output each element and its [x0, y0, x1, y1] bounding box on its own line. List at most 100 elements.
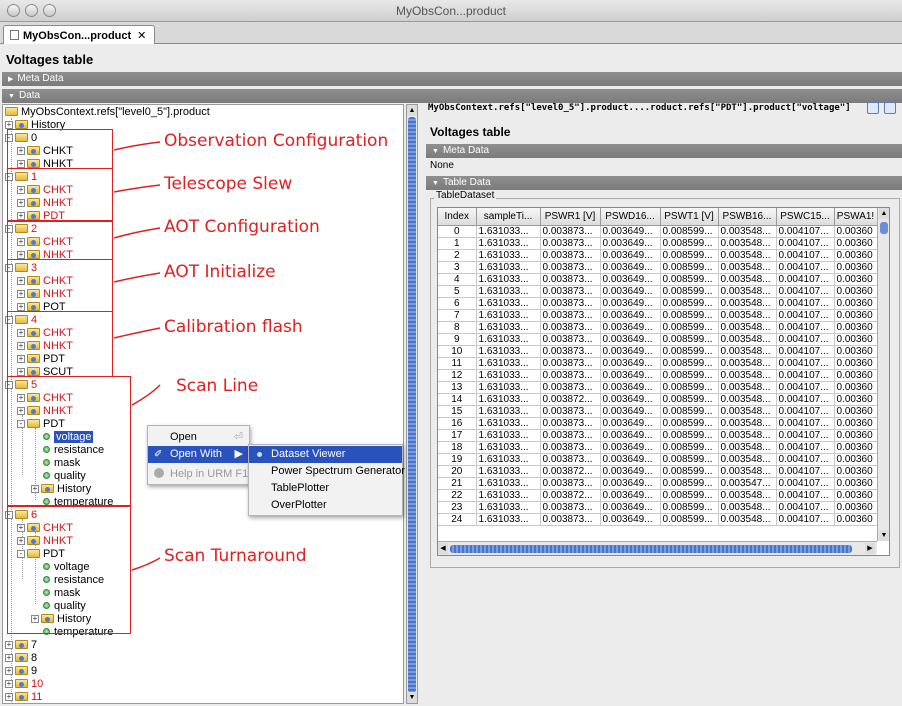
table-cell[interactable]: 0.003548...: [718, 369, 777, 382]
table-cell[interactable]: 0.003548...: [718, 357, 777, 370]
table-cell[interactable]: 16: [438, 417, 477, 430]
table-cell[interactable]: 0.003649...: [600, 441, 661, 454]
table-cell[interactable]: 0.00360: [834, 381, 878, 394]
table-cell[interactable]: 0.003873...: [540, 321, 601, 334]
column-header[interactable]: sampleTi...: [476, 208, 541, 226]
table-cell[interactable]: 0.003649...: [600, 297, 661, 310]
table-cell[interactable]: 0.00360: [834, 489, 878, 502]
table-row[interactable]: 22 1.631033... 0.003872... 0.003649... 0.008…: [438, 489, 878, 502]
table-cell[interactable]: 1.631033...: [476, 357, 541, 370]
scrollbar-thumb[interactable]: [880, 222, 888, 234]
table-cell[interactable]: 0.008599...: [660, 393, 719, 406]
column-header[interactable]: PSWA1!: [834, 208, 878, 226]
table-cell[interactable]: 0.003548...: [718, 297, 777, 310]
table-cell[interactable]: 19: [438, 453, 477, 466]
table-cell[interactable]: 1.631033...: [476, 345, 541, 358]
table-cell[interactable]: 0.003649...: [600, 465, 661, 478]
table-cell[interactable]: 0.003873...: [540, 453, 601, 466]
table-row[interactable]: 16 1.631033... 0.003873... 0.003649... 0.008…: [438, 417, 878, 430]
table-cell[interactable]: 0.008599...: [660, 309, 719, 322]
table-cell[interactable]: 0.00360: [834, 333, 878, 346]
table-cell[interactable]: 0.003649...: [600, 345, 661, 358]
tree-vertical-scrollbar[interactable]: ▲ ▼: [406, 104, 418, 704]
table-cell[interactable]: 0.003548...: [718, 513, 777, 526]
expand-icon[interactable]: +: [5, 680, 13, 688]
table-cell[interactable]: 0.00360: [834, 249, 878, 262]
table-cell[interactable]: 0.00360: [834, 513, 878, 526]
table[interactable]: Index sampleTi... PSWR1 [V] PSWD16... PSWT1 …: [438, 208, 878, 526]
table-cell[interactable]: 1.631033...: [476, 489, 541, 502]
scroll-right-icon[interactable]: ▶: [865, 543, 875, 554]
table-row[interactable]: 1 1.631033... 0.003873... 0.003649... 0.0085…: [438, 237, 878, 250]
table-cell[interactable]: 0.003649...: [600, 225, 661, 238]
export-icon[interactable]: [884, 102, 896, 114]
table-cell[interactable]: 0.003873...: [540, 417, 601, 430]
table-cell[interactable]: 0.008599...: [660, 321, 719, 334]
table-cell[interactable]: 1.631033...: [476, 453, 541, 466]
scroll-up-icon[interactable]: ▲: [407, 105, 417, 116]
table-cell[interactable]: 0.00360: [834, 297, 878, 310]
submenu-tableplotter[interactable]: TablePlotter: [249, 480, 402, 497]
table-cell[interactable]: 0.008599...: [660, 441, 719, 454]
table-cell[interactable]: 0.003649...: [600, 381, 661, 394]
table-cell[interactable]: 1: [438, 237, 477, 250]
table-cell[interactable]: 0.003649...: [600, 357, 661, 370]
submenu-dataset-viewer[interactable]: Dataset Viewer: [249, 446, 402, 463]
table-horizontal-scrollbar[interactable]: ◀ ▶: [438, 541, 877, 555]
table-row[interactable]: 23 1.631033... 0.003873... 0.003649... 0.008…: [438, 501, 878, 514]
table-cell[interactable]: 0.003649...: [600, 261, 661, 274]
table-cell[interactable]: 0.004107...: [776, 417, 835, 430]
table-row[interactable]: 7 1.631033... 0.003873... 0.003649... 0.0085…: [438, 309, 878, 322]
table-cell[interactable]: 0.004107...: [776, 501, 835, 514]
table-row[interactable]: 0 1.631033... 0.003873... 0.003649... 0.0085…: [438, 225, 878, 238]
table-cell[interactable]: 0.00360: [834, 477, 878, 490]
table-cell[interactable]: 13: [438, 381, 477, 394]
table-cell[interactable]: 0.003548...: [718, 321, 777, 334]
table-cell[interactable]: 0.003649...: [600, 429, 661, 442]
table-cell[interactable]: 0.003873...: [540, 513, 601, 526]
table-cell[interactable]: 0.00360: [834, 453, 878, 466]
tree-node-10[interactable]: +10: [5, 678, 43, 691]
table-cell[interactable]: 0.004107...: [776, 453, 835, 466]
table-row[interactable]: 6 1.631033... 0.003873... 0.003649... 0.0085…: [438, 297, 878, 310]
table-cell[interactable]: 0.003873...: [540, 429, 601, 442]
table-cell[interactable]: 0.003548...: [718, 393, 777, 406]
table-cell[interactable]: 0.003548...: [718, 225, 777, 238]
table-cell[interactable]: 1.631033...: [476, 441, 541, 454]
table-cell[interactable]: 0.008599...: [660, 489, 719, 502]
table-cell[interactable]: 0.008599...: [660, 417, 719, 430]
table-cell[interactable]: 0.008599...: [660, 225, 719, 238]
table-cell[interactable]: 0.008599...: [660, 501, 719, 514]
table-row[interactable]: 8 1.631033... 0.003873... 0.003649... 0.0085…: [438, 321, 878, 334]
expand-icon[interactable]: +: [5, 121, 13, 129]
table-row[interactable]: 11 1.631033... 0.003873... 0.003649... 0.008…: [438, 357, 878, 370]
tree-root[interactable]: MyObsContext.refs["level0_5"].product: [5, 106, 210, 119]
table-cell[interactable]: 0.003873...: [540, 237, 601, 250]
table-row[interactable]: 19 1.631033... 0.003873... 0.003649... 0.008…: [438, 453, 878, 466]
table-cell[interactable]: 0.004107...: [776, 333, 835, 346]
table-cell[interactable]: 0.003873...: [540, 477, 601, 490]
column-header[interactable]: Index: [438, 208, 477, 226]
table-cell[interactable]: 0.003548...: [718, 381, 777, 394]
tab-product[interactable]: MyObsCon...product ✕: [3, 25, 155, 44]
table-row[interactable]: 17 1.631033... 0.003873... 0.003649... 0.008…: [438, 429, 878, 442]
scroll-down-icon[interactable]: ▼: [407, 692, 417, 703]
table-cell[interactable]: 17: [438, 429, 477, 442]
meta-data-bar[interactable]: ▶ Meta Data: [2, 72, 902, 86]
table-cell[interactable]: 0.008599...: [660, 429, 719, 442]
menu-item-open-with[interactable]: ✐ Open With ▶: [148, 446, 249, 463]
table-cell[interactable]: 0.003547...: [718, 477, 777, 490]
table-cell[interactable]: 1.631033...: [476, 333, 541, 346]
tree-node-11[interactable]: +11: [5, 691, 42, 703]
table-cell[interactable]: 0.004107...: [776, 429, 835, 442]
table-cell[interactable]: 23: [438, 501, 477, 514]
expand-icon[interactable]: +: [5, 667, 13, 675]
table-cell[interactable]: 0.003649...: [600, 285, 661, 298]
table-cell[interactable]: 0.00360: [834, 237, 878, 250]
copy-icon[interactable]: [867, 102, 879, 114]
table-cell[interactable]: 0.003649...: [600, 369, 661, 382]
table-cell[interactable]: 0.003649...: [600, 321, 661, 334]
table-cell[interactable]: 0.004107...: [776, 441, 835, 454]
table-row[interactable]: 4 1.631033... 0.003873... 0.003649... 0.0085…: [438, 273, 878, 286]
table-cell[interactable]: 0.003548...: [718, 249, 777, 262]
